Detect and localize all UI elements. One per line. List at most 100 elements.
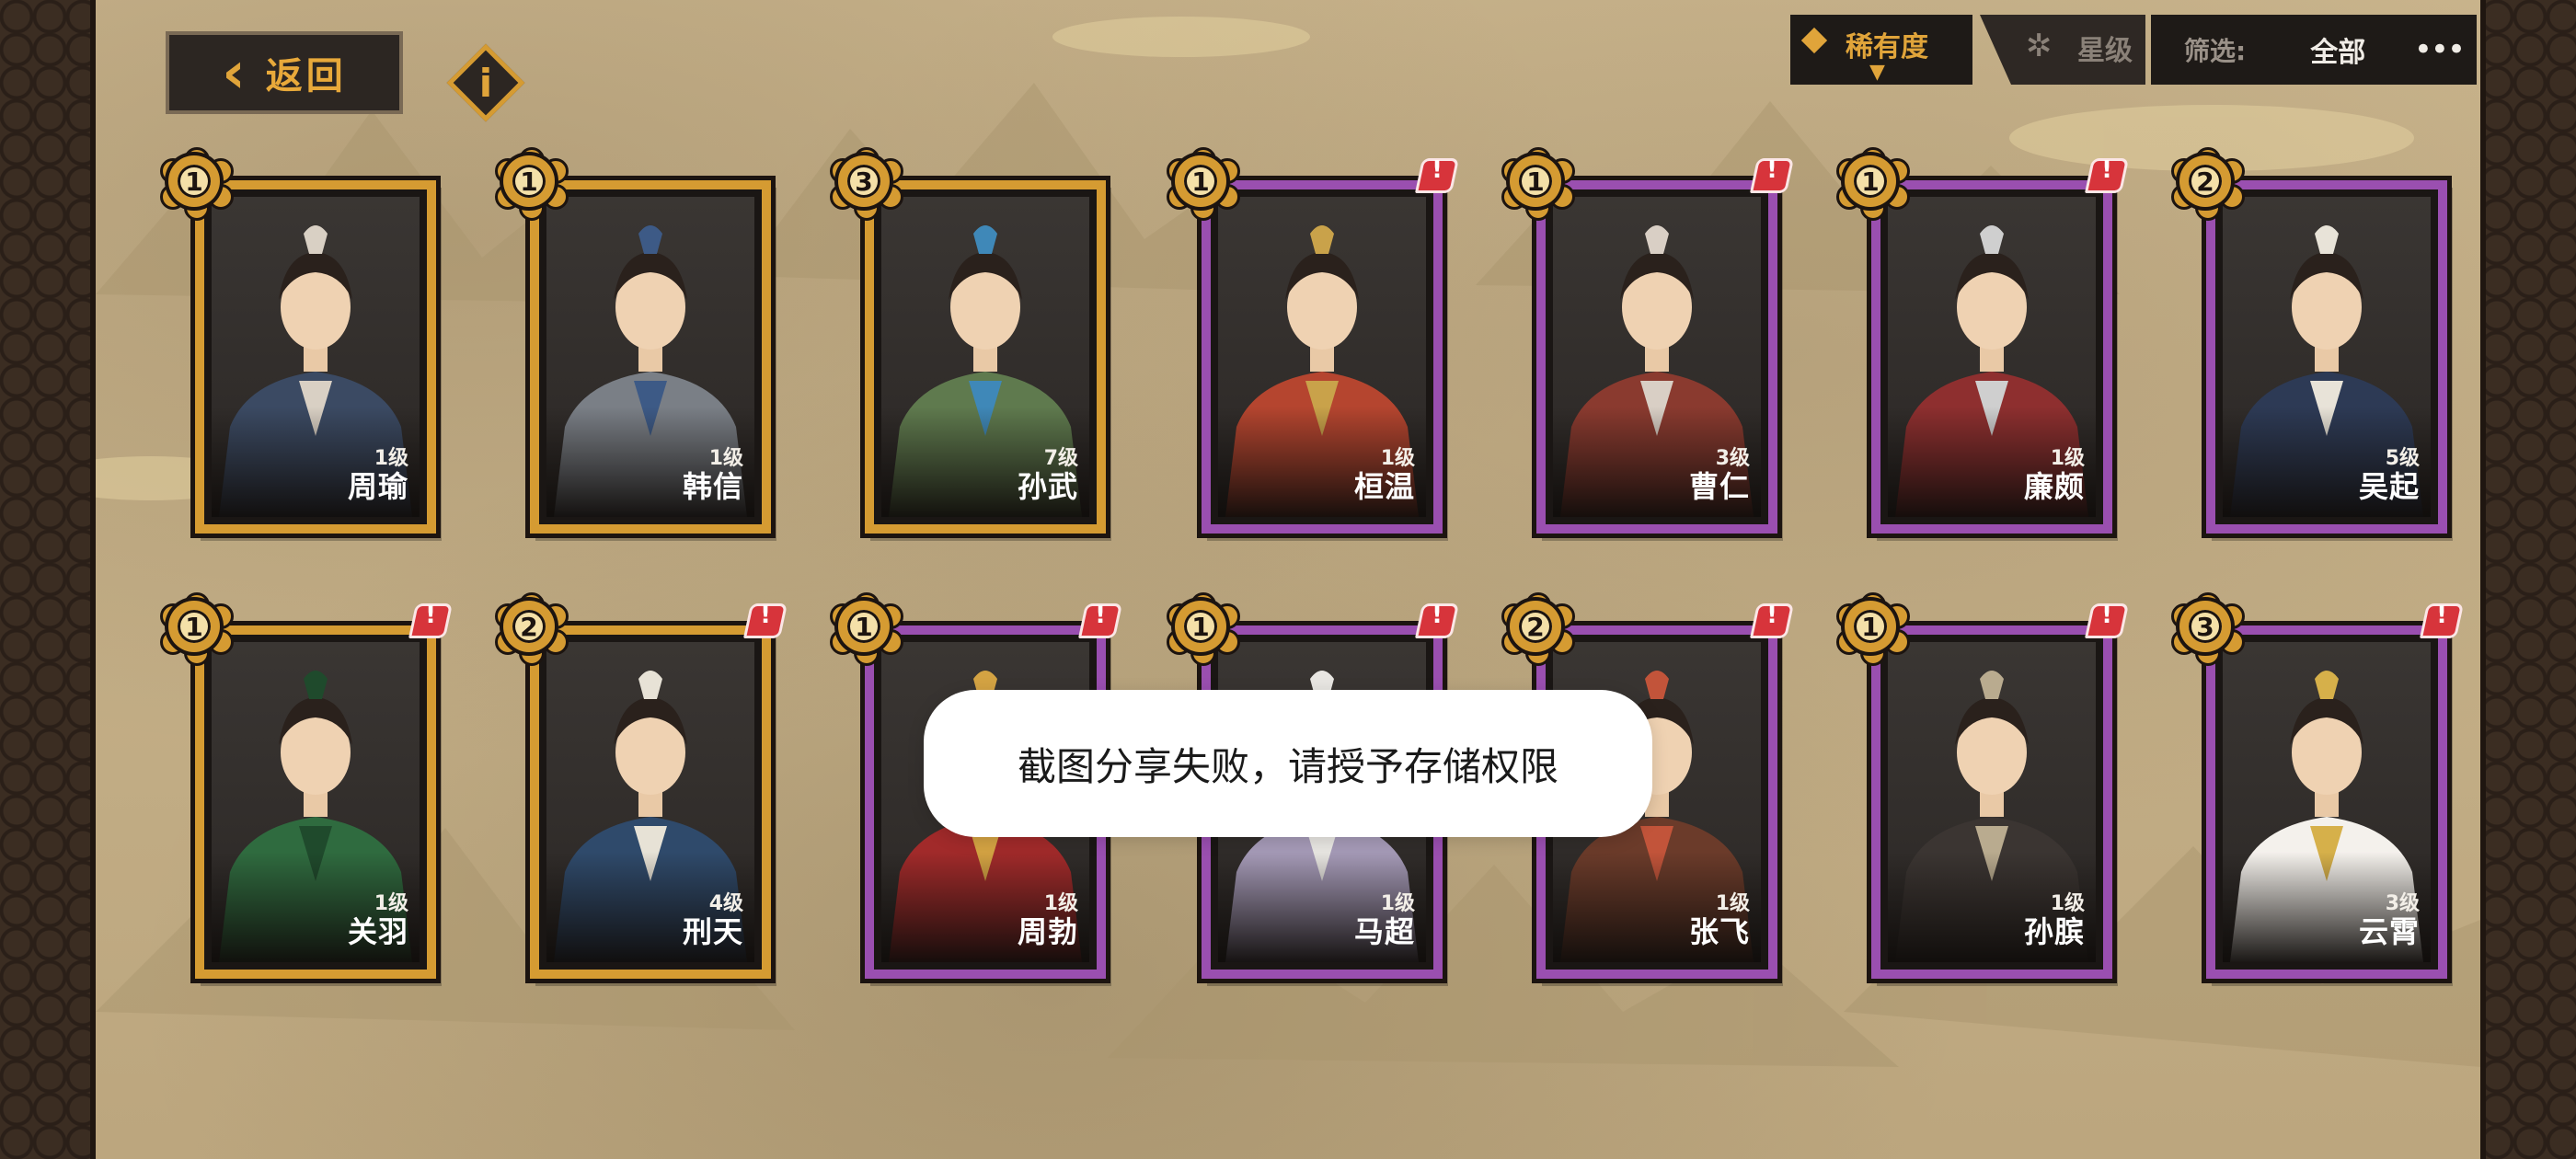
hero-name: 刑天 xyxy=(682,914,743,949)
star-rank-badge: 1 xyxy=(495,147,569,221)
star-rank-badge: 1 xyxy=(1167,147,1240,221)
more-options-icon[interactable]: ••• xyxy=(2414,31,2466,68)
filter-label: 筛选: xyxy=(2184,36,2247,66)
exclamation-mark: ! xyxy=(425,602,436,629)
alert-icon: ! xyxy=(2418,600,2466,642)
star-rank-number: 1 xyxy=(1854,610,1887,643)
left-border-ornament xyxy=(0,0,96,1159)
star-rank-badge: 3 xyxy=(830,147,903,221)
alert-icon: ! xyxy=(2083,155,2131,197)
hero-name: 周瑜 xyxy=(347,469,408,504)
star-rank-number: 1 xyxy=(847,610,880,643)
diamond-icon xyxy=(1800,27,1828,54)
sort-tab-rarity-label: 稀有度 xyxy=(1846,31,1928,63)
hero-name: 桓温 xyxy=(1353,469,1415,504)
back-button[interactable]: ‹ 返回 xyxy=(166,31,403,114)
hero-name: 韩信 xyxy=(682,469,743,504)
hero-card[interactable]: 5级 吴起 xyxy=(2206,180,2447,534)
hero-name: 孙武 xyxy=(1017,469,1078,504)
hero-name: 云霄 xyxy=(2358,914,2420,949)
star-rank-number: 1 xyxy=(1854,165,1887,198)
hero-card-inner: 1级 关羽 xyxy=(212,642,420,962)
star-rank-badge: 1 xyxy=(1836,592,1910,666)
hero-card-inner: 1级 廉颇 xyxy=(1888,197,2096,517)
hero-card-inner: 7级 孙武 xyxy=(881,197,1089,517)
hero-card[interactable]: 3级 云霄 xyxy=(2206,625,2447,979)
exclamation-mark: ! xyxy=(1766,602,1777,629)
exclamation-mark: ! xyxy=(2101,602,2112,629)
hero-card-inner: 1级 孙膑 xyxy=(1888,642,2096,962)
alert-icon: ! xyxy=(1413,155,1461,197)
hero-card-inner: 1级 韩信 xyxy=(546,197,754,517)
hero-card[interactable]: 1级 关羽 xyxy=(195,625,436,979)
hero-card[interactable]: 1级 桓温 xyxy=(1202,180,1443,534)
exclamation-mark: ! xyxy=(1095,602,1106,629)
exclamation-mark: ! xyxy=(1432,602,1443,629)
star-rank-number: 1 xyxy=(1519,165,1552,198)
star-rank-number: 1 xyxy=(178,165,211,198)
hero-name: 曹仁 xyxy=(1688,469,1750,504)
star-rank-number: 1 xyxy=(178,610,211,643)
alert-icon: ! xyxy=(1748,155,1796,197)
back-button-label: 返回 xyxy=(265,55,347,98)
star-rank-badge: 2 xyxy=(1501,592,1575,666)
alert-icon: ! xyxy=(1413,600,1461,642)
exclamation-mark: ! xyxy=(1766,156,1777,184)
hero-card[interactable]: 1级 孙膑 xyxy=(1871,625,2112,979)
hero-name: 周勃 xyxy=(1017,914,1078,949)
star-rank-number: 1 xyxy=(1184,165,1217,198)
right-border-ornament xyxy=(2480,0,2576,1159)
exclamation-mark: ! xyxy=(760,602,771,629)
hero-card[interactable]: 4级 刑天 xyxy=(530,625,771,979)
filter-value: 全部 xyxy=(2310,37,2366,69)
star-rank-number: 3 xyxy=(847,165,880,198)
star-rank-badge: 1 xyxy=(1836,147,1910,221)
hero-card[interactable]: 1级 廉颇 xyxy=(1871,180,2112,534)
toast-text: 截图分享失败，请授予存储权限 xyxy=(1017,743,1558,789)
star-rank-badge: 2 xyxy=(495,592,569,666)
exclamation-mark: ! xyxy=(1432,156,1443,184)
star-rank-number: 1 xyxy=(512,165,546,198)
alert-icon: ! xyxy=(407,600,454,642)
hero-card-inner: 1级 周瑜 xyxy=(212,197,420,517)
sort-tab-rarity[interactable]: 稀有度 ▼ xyxy=(1790,15,1972,85)
hero-card-inner: 3级 曹仁 xyxy=(1553,197,1761,517)
hero-card-inner: 1级 桓温 xyxy=(1218,197,1426,517)
hero-card-inner: 5级 吴起 xyxy=(2223,197,2431,517)
hero-name: 马超 xyxy=(1353,914,1415,949)
star-rank-badge: 3 xyxy=(2171,592,2245,666)
alert-icon: ! xyxy=(742,600,789,642)
star-rank-badge: 1 xyxy=(1501,147,1575,221)
hero-name: 廉颇 xyxy=(2023,469,2085,504)
hero-name: 吴起 xyxy=(2358,469,2420,504)
hero-name: 关羽 xyxy=(347,914,408,949)
hero-card-inner: 3级 云霄 xyxy=(2223,642,2431,962)
filter-dropdown[interactable]: 筛选: 全部 ••• xyxy=(2151,15,2477,85)
chevron-left-icon: ‹ xyxy=(222,39,246,106)
sort-tab-star-label: 星级 xyxy=(2077,35,2133,67)
star-rank-number: 1 xyxy=(1184,610,1217,643)
alert-icon: ! xyxy=(1748,600,1796,642)
alert-icon: ! xyxy=(1076,600,1124,642)
star-rank-badge: 2 xyxy=(2171,147,2245,221)
star-rank-number: 2 xyxy=(512,610,546,643)
hero-card[interactable]: 1级 周瑜 xyxy=(195,180,436,534)
exclamation-mark: ! xyxy=(2101,156,2112,184)
star-rank-number: 2 xyxy=(2189,165,2222,198)
hero-name: 张飞 xyxy=(1688,914,1750,949)
star-rank-badge: 1 xyxy=(160,147,234,221)
exclamation-mark: ! xyxy=(2436,602,2447,629)
star-rank-number: 2 xyxy=(1519,610,1552,643)
hero-card[interactable]: 3级 曹仁 xyxy=(1536,180,1777,534)
flower-icon: ✲ xyxy=(2026,28,2053,64)
chevron-down-icon: ▼ xyxy=(1869,61,1885,84)
star-rank-badge: 1 xyxy=(160,592,234,666)
hero-name: 孙膑 xyxy=(2023,914,2085,949)
star-rank-number: 3 xyxy=(2189,610,2222,643)
info-button[interactable]: i xyxy=(443,40,528,125)
info-icon: i xyxy=(478,60,493,106)
hero-card[interactable]: 1级 韩信 xyxy=(530,180,771,534)
hero-card-inner: 4级 刑天 xyxy=(546,642,754,962)
hero-card[interactable]: 7级 孙武 xyxy=(865,180,1106,534)
star-rank-badge: 1 xyxy=(1167,592,1240,666)
